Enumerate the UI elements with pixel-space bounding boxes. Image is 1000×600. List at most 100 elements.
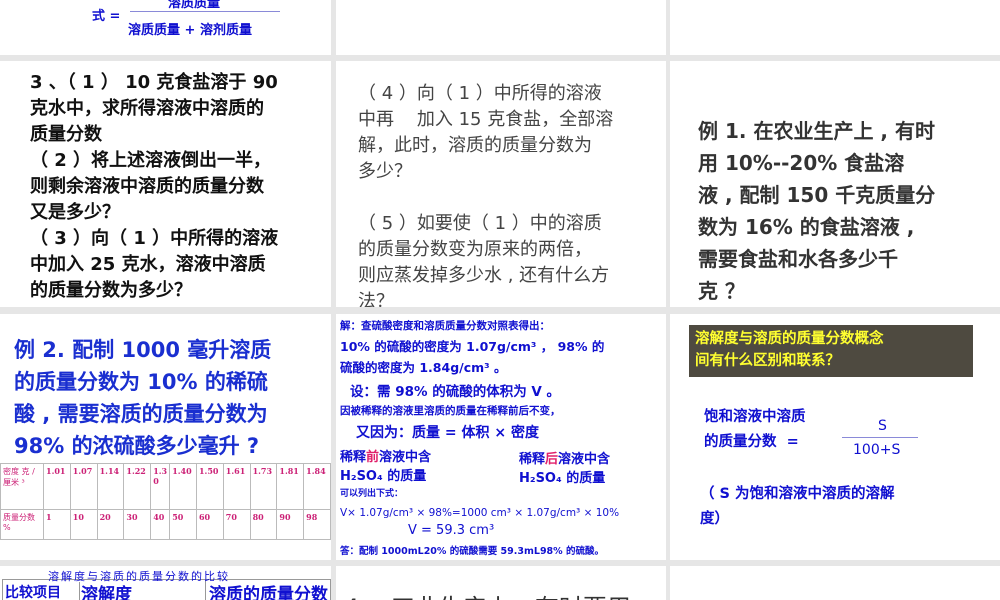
table-cell: 1.50 <box>195 463 224 510</box>
table-header: 比较项目 <box>5 582 80 600</box>
text-line: 的质量分数 = <box>704 434 799 450</box>
slide-thumbnail-solubility-relation[interactable]: 溶解度与溶质的质量分数概念 间有什么区别和联系？ 饱和溶液中溶质 的质量分数 = S… <box>670 314 1000 560</box>
text-line: 间有什么区别和联系？ <box>695 353 840 369</box>
row-header: 质量分数 % <box>0 509 44 540</box>
slide-thumbnail-exercise-4[interactable]: 4 、工业生产上，有时要用 <box>336 566 666 600</box>
text-line: 溶解度与溶质的质量分数概念 <box>695 331 884 347</box>
text-line: 多少？ <box>358 161 412 182</box>
text-line: 需要食盐和水各多少千 <box>698 247 898 271</box>
formula-denominator: 100+S <box>853 442 901 458</box>
result: V = 59.3 cm³ <box>408 523 495 538</box>
solution-line: 硫酸的密度为 1.84g/cm³ 。 <box>340 360 507 375</box>
table-cell: 50 <box>169 509 197 540</box>
slide-thumbnail-blank[interactable] <box>670 566 1000 600</box>
text-line: 液 , 配制 150 千克质量分 <box>698 183 936 207</box>
text-line: 又是多少？ <box>30 202 120 223</box>
text-line: 则剩余溶液中溶质的质量分数 <box>30 176 264 197</box>
table-cell: 1.61 <box>222 463 251 510</box>
formula-denominator: 溶质质量 + 溶剂质量 <box>128 23 252 38</box>
fraction-line <box>842 437 918 438</box>
text-line: 克水中，求所得溶液中溶质的 <box>30 98 264 119</box>
solution-line: 又因为：质量 = 体积 × 密度 <box>356 425 539 441</box>
text-line: （ 2 ）将上述溶液倒出一半， <box>30 150 272 171</box>
slide-thumbnail-comparison[interactable]: 溶解度与溶质的质量分数的比较 比较项目 溶解度 溶质的质量分数 <box>0 566 331 600</box>
table-cell: 1.40 <box>169 463 197 510</box>
solution-line: 因被稀释的溶液里溶质的质量在稀释前后不变， <box>340 405 561 417</box>
highlight-text: 后 <box>545 452 559 467</box>
slide-thumbnail-solution[interactable]: 解：查硫酸密度和溶质质量分数对照表得出： 10% 的硫酸的密度为 1.07g/c… <box>336 314 666 560</box>
text-line: （ 5 ）如要使（ 1 ）中的溶质 <box>358 213 602 234</box>
note: （ S 为饱和溶液中溶质的溶解 度） <box>700 482 895 532</box>
text-line: 3 、（ 1 ） 10 克食盐溶于 90 <box>30 72 278 93</box>
table-cell: 1.81 <box>276 463 305 510</box>
text-line: 酸 , 需要溶质的质量分数为 <box>14 402 268 426</box>
text-line: 例 2. 配制 1000 毫升溶质 <box>14 338 272 362</box>
text-line: 中加入 25 克水，溶液中溶质 <box>30 254 266 275</box>
slide-thumbnail-exercise-3[interactable]: 3 、（ 1 ） 10 克食盐溶于 90 克水中，求所得溶液中溶质的 质量分数 （ 2… <box>0 61 331 307</box>
text-line: 饱和溶液中溶质 <box>704 409 806 425</box>
formula-numerator: 溶质质量 <box>168 0 221 11</box>
table-cell: 1.22 <box>123 463 152 510</box>
text-line: 的质量分数变为原来的两倍， <box>358 239 592 260</box>
table-cell: 80 <box>249 509 278 540</box>
solution-line: H₂SO₄ 的质量 <box>519 471 606 486</box>
text-line: 例 1. 在农业生产上 , 有时 <box>698 119 935 143</box>
text-line: 中再 加入 15 克食盐，全部溶 <box>358 109 614 130</box>
text: 溶液中含 <box>379 450 432 465</box>
table-cell: 1.73 <box>249 463 278 510</box>
text: 稀释 <box>519 452 546 467</box>
formula-label: 饱和溶液中溶质 的质量分数 = <box>704 405 806 455</box>
slide-thumbnail-formula[interactable]: 式 = 溶质质量 溶质质量 + 溶剂质量 <box>0 0 331 55</box>
exercise-text: （ 4 ）向（ 1 ）中所得的溶液 中再 加入 15 克食盐，全部溶 解，此时，溶质… <box>358 81 613 307</box>
table-cell: 10 <box>69 509 98 540</box>
text-line: （ 3 ）向（ 1 ）中所得的溶液 <box>30 228 279 249</box>
text-line: （ S 为饱和溶液中溶质的溶解 <box>700 486 895 502</box>
table-cell: 1 <box>43 509 71 540</box>
slide-thumbnail-example-2[interactable]: 例 2. 配制 1000 毫升溶质 的质量分数为 10% 的稀硫酸 , 需要溶质的… <box>0 314 331 560</box>
text-line: 数为 16% 的食盐溶液 , <box>698 215 915 239</box>
question-box: 溶解度与溶质的质量分数概念 间有什么区别和联系？ <box>689 325 973 377</box>
equation: V× 1.07g/cm³ × 98%=1000 cm³ × 1.07g/cm³ … <box>340 507 620 519</box>
text: 稀释 <box>340 450 367 465</box>
text-line: 法？ <box>358 291 394 307</box>
table-cell: 20 <box>96 509 125 540</box>
row-header: 密度 克 / 厘米 ³ <box>0 463 44 510</box>
solution-line: H₂SO₄ 的质量 <box>340 469 427 484</box>
text: 溶液中含 <box>558 452 611 467</box>
table-cell: 1.84 <box>303 463 331 510</box>
solution-line: 可以列出下式： <box>340 489 404 499</box>
density-table: 密度 克 / 厘米 ³ 1.01 1.07 1.14 1.22 1.30 1.4… <box>0 463 331 540</box>
table-cell: 1.14 <box>96 463 125 510</box>
formula-numerator: S <box>878 418 887 434</box>
text-line: 则应蒸发掉多少水 , 还有什么方 <box>358 265 610 286</box>
slide-title: 溶解度与溶质的质量分数的比较 <box>48 570 230 583</box>
table-cell: 30 <box>123 509 152 540</box>
text-line: 的质量分数为 10% 的稀硫 <box>14 370 268 394</box>
text-line: 解，此时，溶质的质量分数为 <box>358 135 592 156</box>
table-cell: 60 <box>195 509 224 540</box>
table-cell: 1.30 <box>150 463 171 510</box>
solution-line: 设：需 98% 的硫酸的体积为 V 。 <box>350 384 561 400</box>
exercise-text: 3 、（ 1 ） 10 克食盐溶于 90 克水中，求所得溶液中溶质的 质量分数 （ 2… <box>30 70 278 304</box>
table-cell: 70 <box>222 509 251 540</box>
table-cell: 98 <box>303 509 331 540</box>
slide-text: 4 、工业生产上，有时要用 <box>344 588 631 600</box>
text-line: 度） <box>700 511 729 527</box>
table-cell: 90 <box>276 509 305 540</box>
slide-thumbnail-exercise-4-5[interactable]: （ 4 ）向（ 1 ）中所得的溶液 中再 加入 15 克食盐，全部溶 解，此时，溶质… <box>336 61 666 307</box>
text-line: 克 ？ <box>698 279 745 303</box>
table-cell: 40 <box>150 509 171 540</box>
text-line: 98% 的浓硫酸多少毫升 ? <box>14 434 260 458</box>
slide-thumbnail-example-1[interactable]: 例 1. 在农业生产上 , 有时用 10%--20% 食盐溶液 , 配制 150… <box>670 61 1000 307</box>
table-row: 质量分数 % 1 10 20 30 40 50 60 70 80 90 98 <box>0 509 331 540</box>
slide-thumbnail-blank[interactable] <box>336 0 666 55</box>
slide-thumbnail-blank[interactable] <box>670 0 1000 55</box>
text-line: （ 4 ）向（ 1 ）中所得的溶液 <box>358 83 602 104</box>
text-line: 用 10%--20% 食盐溶 <box>698 151 905 175</box>
answer: 答：配制 1000mL20% 的硫酸需要 59.3mL98% 的硫酸。 <box>340 546 604 557</box>
formula-prefix: 式 = <box>92 9 121 24</box>
solution-line: 10% 的硫酸的密度为 1.07g/cm³ ， 98% 的 <box>340 339 605 354</box>
table-cell: 1.07 <box>69 463 98 510</box>
table-cell: 1.01 <box>43 463 71 510</box>
